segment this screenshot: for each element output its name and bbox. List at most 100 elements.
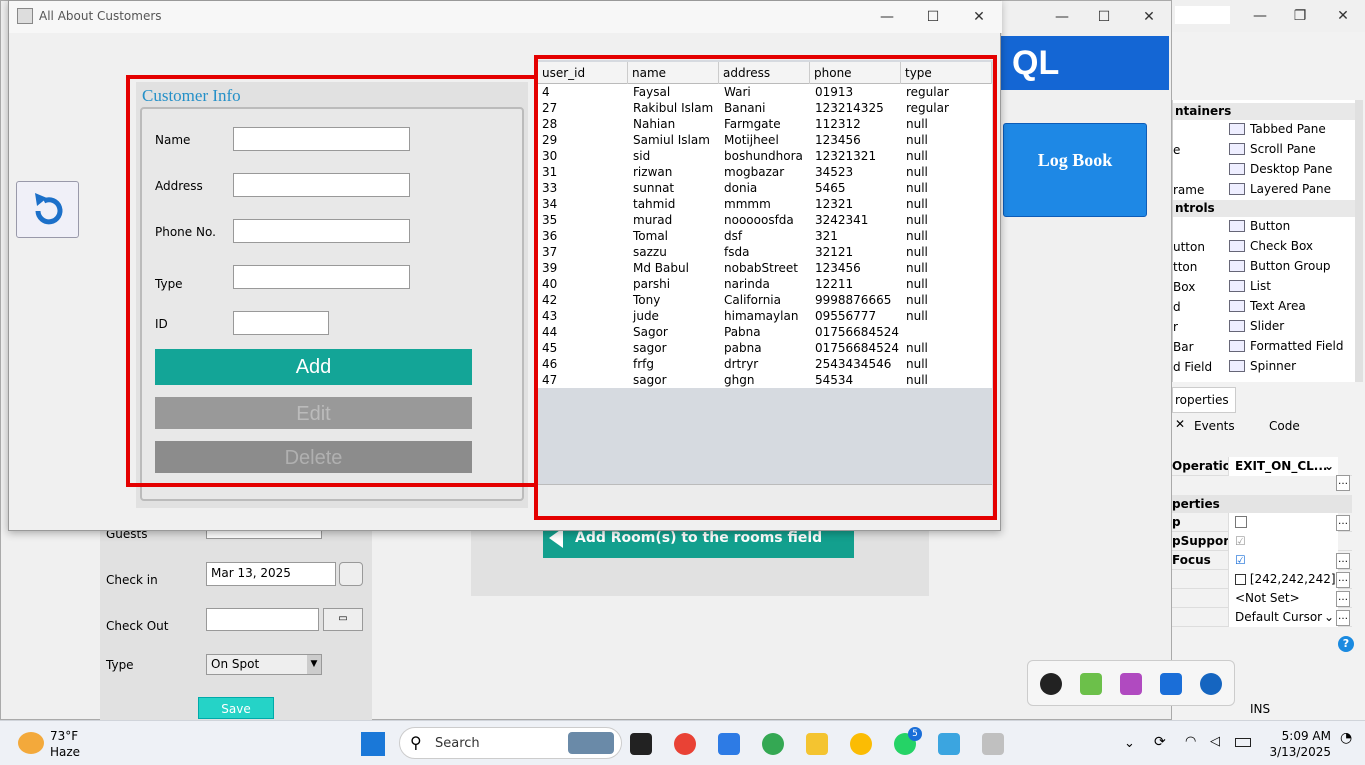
palette-item-check-box[interactable]: Check Box: [1250, 239, 1313, 253]
prop-checkbox-cell[interactable]: [1228, 513, 1338, 532]
status-ins: INS: [1250, 702, 1271, 716]
clock-date[interactable]: 3/13/2025: [1258, 745, 1331, 759]
java-icon[interactable]: [982, 733, 1004, 755]
taskbar-search[interactable]: ⚲ Search: [399, 727, 622, 759]
task-view-icon[interactable]: [630, 733, 652, 755]
search-icon: ⚲: [410, 733, 422, 752]
palette-item-spinner[interactable]: Spinner: [1250, 359, 1296, 373]
type-select[interactable]: On Spot ▼: [206, 654, 322, 675]
palette-item-scroll-pane[interactable]: Scroll Pane: [1250, 142, 1316, 156]
weather-desc[interactable]: Haze: [50, 745, 80, 759]
checkout-label: Check Out: [106, 619, 169, 633]
cursor-select[interactable]: Default Cursor ⌄: [1228, 608, 1338, 627]
close-icon[interactable]: ✕: [1328, 6, 1358, 26]
minimize-icon[interactable]: —: [872, 7, 902, 27]
chrome-icon[interactable]: [674, 733, 696, 755]
refresh-back-icon: [35, 193, 63, 225]
minimize-icon[interactable]: —: [1047, 7, 1077, 27]
slider-icon: [1229, 320, 1245, 332]
weather-icon[interactable]: [18, 732, 44, 754]
prop-label: Focus: [1172, 553, 1211, 567]
ellipsis-button[interactable]: …: [1336, 553, 1350, 569]
palette-item-text-area[interactable]: Text Area: [1250, 299, 1306, 313]
palette-item-slider[interactable]: Slider: [1250, 319, 1284, 333]
battery-icon[interactable]: [1235, 738, 1251, 747]
notification-bell-icon[interactable]: ◔: [1340, 730, 1352, 746]
sync-icon[interactable]: ⟳: [1154, 734, 1166, 750]
ide-search-field[interactable]: [1175, 6, 1230, 24]
palette-left-item: Box: [1173, 280, 1196, 294]
restore-icon[interactable]: ❐: [1285, 6, 1315, 26]
close-icon[interactable]: ✕: [964, 7, 994, 27]
tab-properties[interactable]: roperties ✕: [1172, 387, 1236, 431]
close-icon[interactable]: ✕: [1134, 7, 1164, 27]
shield-icon[interactable]: [1160, 673, 1182, 695]
ellipsis-button[interactable]: …: [1336, 610, 1350, 626]
netbeans-icon[interactable]: [938, 733, 960, 755]
checkin-field[interactable]: Mar 13, 2025: [206, 562, 336, 586]
palette-item-formatted-field[interactable]: Formatted Field: [1250, 339, 1344, 353]
chevron-down-icon: ⌄: [1323, 459, 1334, 473]
file-explorer-icon[interactable]: [806, 733, 828, 755]
ellipsis-button[interactable]: …: [1336, 572, 1350, 588]
checkbox-checked-icon[interactable]: ☑: [1235, 534, 1246, 548]
weather-temp[interactable]: 73°F: [50, 729, 78, 743]
formatted-field-icon: [1229, 340, 1245, 352]
prop-value: [242,242,242]: [1249, 572, 1336, 586]
checkbox-checked-icon[interactable]: ☑: [1235, 553, 1246, 567]
palette-item-button-group[interactable]: Button Group: [1250, 259, 1331, 273]
recycle-app-icon[interactable]: [1040, 673, 1062, 695]
checkin-label: Check in: [106, 573, 158, 587]
save-button[interactable]: Save: [198, 697, 274, 719]
ellipsis-button[interactable]: …: [1336, 515, 1350, 531]
checkin-calendar-button[interactable]: [339, 562, 363, 586]
prop-checkbox-cell[interactable]: ☑: [1228, 551, 1338, 570]
tab-events[interactable]: Events: [1194, 419, 1235, 433]
palette-item-desktop-pane[interactable]: Desktop Pane: [1250, 162, 1332, 176]
back-button[interactable]: [16, 181, 79, 238]
ellipsis-button[interactable]: …: [1336, 591, 1350, 607]
pen-app-icon[interactable]: [1120, 673, 1142, 695]
palette-left-item: utton: [1173, 240, 1205, 254]
clock-time[interactable]: 5:09 AM: [1267, 729, 1331, 743]
help-icon[interactable]: ?: [1338, 636, 1354, 652]
chevron-up-icon[interactable]: ⌄: [1124, 736, 1135, 751]
windows-start-icon[interactable]: [361, 732, 385, 756]
chrome-profile-icon[interactable]: [850, 733, 872, 755]
media-app-icon[interactable]: [1080, 673, 1102, 695]
minimize-icon[interactable]: —: [1245, 6, 1275, 26]
calendar-icon[interactable]: ▭: [323, 608, 363, 631]
prop-value-cell[interactable]: <Not Set>: [1228, 589, 1338, 608]
prop-color-cell[interactable]: [242,242,242]: [1228, 570, 1338, 589]
maximize-icon[interactable]: ☐: [1089, 7, 1119, 27]
tab-code[interactable]: Code: [1269, 419, 1300, 433]
palette-item-layered-pane[interactable]: Layered Pane: [1250, 182, 1331, 196]
copilot-icon[interactable]: [718, 733, 740, 755]
palette-left-item: e: [1173, 143, 1181, 157]
maximize-icon[interactable]: ☐: [918, 7, 948, 27]
layered-pane-icon: [1229, 183, 1245, 195]
checkbox-icon[interactable]: [1235, 516, 1247, 528]
wifi-icon[interactable]: ◠: [1185, 734, 1196, 749]
type-label: Type: [106, 658, 134, 672]
speaker-icon[interactable]: ◁: [1210, 734, 1220, 749]
component-palette: ntainers ntrols e rame utton tton Box d …: [1172, 100, 1363, 382]
logbook-button[interactable]: Log Book: [1003, 123, 1147, 217]
close-operation-select[interactable]: EXIT_ON_CL... ⌄: [1228, 457, 1338, 476]
palette-item-tabbed-pane[interactable]: Tabbed Pane: [1250, 122, 1326, 136]
checkout-field[interactable]: [206, 608, 319, 631]
palette-item-button[interactable]: Button: [1250, 219, 1290, 233]
palette-item-list[interactable]: List: [1250, 279, 1271, 293]
close-icon[interactable]: ✕: [1175, 417, 1185, 431]
type-select-value: On Spot: [211, 657, 260, 671]
chrome-icon[interactable]: [762, 733, 784, 755]
bluetooth-icon[interactable]: [1200, 673, 1222, 695]
arrow-left-icon: [549, 528, 563, 548]
notification-badge: 5: [908, 727, 922, 741]
ellipsis-button[interactable]: …: [1336, 475, 1350, 491]
palette-scrollbar[interactable]: [1355, 100, 1363, 382]
prop-checkbox-cell[interactable]: ☑: [1228, 532, 1338, 551]
prop-section-header: perties: [1172, 495, 1352, 513]
tab-properties-label: roperties: [1175, 393, 1229, 407]
palette-left-item: Bar: [1173, 340, 1194, 354]
